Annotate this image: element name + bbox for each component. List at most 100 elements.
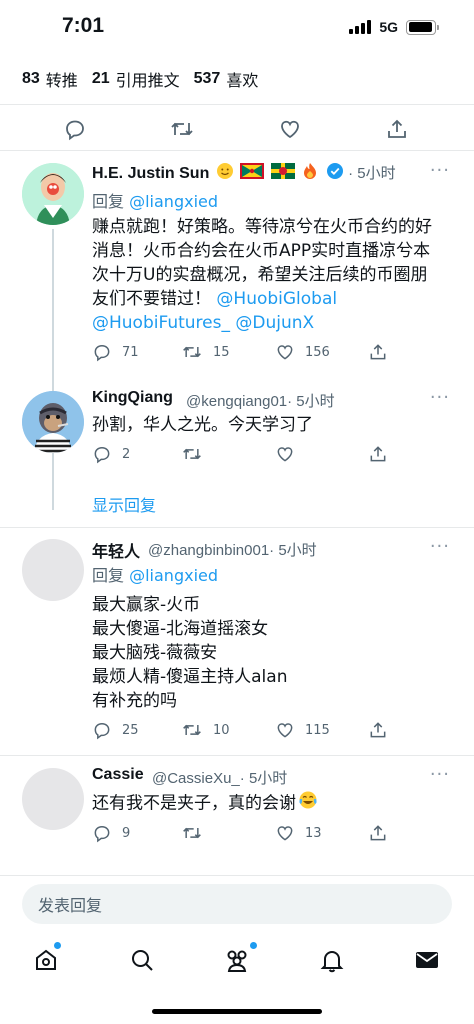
share-button[interactable] <box>368 823 388 843</box>
tweet-text: 赚点就跑！好策略。等待凉兮在火币合约的好 消息！火币合约会在火币APP实时直播凉… <box>92 217 432 333</box>
reply-button[interactable]: 71 <box>92 342 139 362</box>
divider <box>0 150 474 151</box>
like-icon <box>277 345 293 360</box>
retweet-icon <box>183 724 201 736</box>
tweet-handle: @zhangbinbin001· 5小时 <box>148 542 317 559</box>
retweet-button[interactable] <box>181 444 213 464</box>
tweet-text: 最大赢家-火币 最大傻逼-北海道摇滚女 最大脑残-薇薇安 最烦人精-傻逼主持人a… <box>92 595 288 711</box>
share-icon <box>370 446 386 462</box>
reply-icon <box>94 344 110 362</box>
battery-icon <box>406 19 439 35</box>
status-time: 7:01 <box>62 14 105 37</box>
reply-input[interactable]: 发表回复 <box>22 884 452 924</box>
tweet-text: 孙割，华人之光。今天学习了 <box>92 415 313 435</box>
show-replies-link[interactable]: 显示回复 <box>92 492 156 516</box>
like-count: 115 <box>305 722 330 738</box>
home-indicator <box>152 1009 322 1014</box>
divider <box>0 104 474 105</box>
mention-link[interactable]: @HuobiGlobal <box>216 289 337 309</box>
reply-count: 25 <box>122 722 139 738</box>
verified-badge-icon <box>326 162 344 185</box>
reply-icon[interactable] <box>60 114 90 144</box>
tweet-time: · 5小时 <box>287 393 335 410</box>
like-count: 156 <box>305 344 330 360</box>
tweet-author-name[interactable]: KingQiang <box>92 389 173 407</box>
tweet-author-name[interactable]: 年轻人 <box>92 538 140 562</box>
reply-icon <box>94 825 110 843</box>
tweet-author-name[interactable]: H.E. Justin Sun · 5小时 <box>92 162 396 185</box>
share-button[interactable] <box>368 342 388 362</box>
tweet-time: · 5小时 <box>269 542 317 559</box>
share-icon <box>370 825 386 841</box>
divider <box>0 875 474 876</box>
like-icon[interactable] <box>275 114 305 144</box>
fire-emoji <box>301 162 319 185</box>
like-label[interactable]: 喜欢 <box>226 67 258 91</box>
search-icon[interactable] <box>126 944 158 976</box>
like-button[interactable]: 156 <box>275 342 330 362</box>
retweet-button[interactable]: 15 <box>181 342 230 362</box>
like-icon <box>277 826 293 841</box>
tweet-time: · 5小时 <box>348 165 396 182</box>
more-options-icon[interactable]: ··· <box>430 536 450 557</box>
replying-to: 回复 @liangxied <box>92 192 219 211</box>
tweet-handle: @CassieXu_· 5小时 <box>152 770 288 787</box>
retweet-label[interactable]: 转推 <box>46 67 78 91</box>
avatar-justin-sun[interactable] <box>22 163 84 225</box>
share-icon[interactable] <box>382 114 412 144</box>
thread-line <box>52 457 54 509</box>
reply-to-link[interactable]: @liangxied <box>129 192 218 211</box>
mention-link[interactable]: @HuobiFutures_ @DujunX <box>92 313 314 333</box>
reply-count: 9 <box>122 825 131 841</box>
like-icon <box>277 447 293 462</box>
retweet-icon[interactable] <box>167 114 197 144</box>
grenada-flag-emoji <box>240 163 265 184</box>
share-icon <box>370 722 386 738</box>
tweet-author-name[interactable]: Cassie <box>92 766 144 784</box>
like-button[interactable]: 115 <box>275 720 330 740</box>
reply-button[interactable]: 2 <box>92 444 130 464</box>
main-tweet-actions <box>0 108 474 148</box>
avatar-kingqiang[interactable] <box>22 391 84 453</box>
more-options-icon[interactable]: ··· <box>430 387 450 408</box>
retweet-button[interactable] <box>181 823 213 843</box>
reply-button[interactable]: 9 <box>92 823 130 843</box>
tweet-text: 还有我不是夹子，真的会谢 <box>92 790 452 817</box>
avatar-cassie[interactable] <box>22 768 84 830</box>
share-button[interactable] <box>368 720 388 740</box>
quote-count[interactable]: 21 <box>92 70 110 88</box>
like-icon <box>277 723 293 738</box>
network-type: 5G <box>379 19 398 35</box>
messages-icon[interactable] <box>411 944 443 976</box>
like-button[interactable] <box>275 444 305 464</box>
retweet-icon <box>183 827 201 839</box>
reply-icon <box>94 722 110 740</box>
retweet-count[interactable]: 83 <box>22 70 40 88</box>
more-options-icon[interactable]: ··· <box>430 764 450 785</box>
like-count: 13 <box>305 825 322 841</box>
reply-count: 2 <box>122 446 131 462</box>
reply-to-link[interactable]: @liangxied <box>129 566 218 585</box>
like-button[interactable]: 13 <box>275 823 322 843</box>
tweet-stats: 83 转推 21 引用推文 537 喜欢 <box>22 64 272 94</box>
reply-icon <box>94 446 110 464</box>
like-count[interactable]: 537 <box>194 70 221 88</box>
more-options-icon[interactable]: ··· <box>430 160 450 181</box>
divider <box>0 527 474 528</box>
quote-label[interactable]: 引用推文 <box>116 67 180 91</box>
replying-to: 回复 @liangxied <box>92 566 219 585</box>
share-button[interactable] <box>368 444 388 464</box>
retweet-button[interactable]: 10 <box>181 720 230 740</box>
dominica-flag-emoji <box>270 163 295 184</box>
avatar-zhangbinbin[interactable] <box>22 539 84 601</box>
reply-button[interactable]: 25 <box>92 720 139 740</box>
notifications-icon[interactable] <box>316 944 348 976</box>
status-bar: 7:01 5G <box>0 0 474 56</box>
home-notification-dot <box>54 942 61 949</box>
tweet-time: · 5小时 <box>239 770 288 787</box>
retweet-icon <box>183 448 201 460</box>
tweet-handle: @kengqiang01· 5小时 <box>186 393 335 410</box>
retweet-count: 10 <box>213 722 230 738</box>
divider <box>0 755 474 756</box>
communities-icon[interactable] <box>221 944 253 976</box>
